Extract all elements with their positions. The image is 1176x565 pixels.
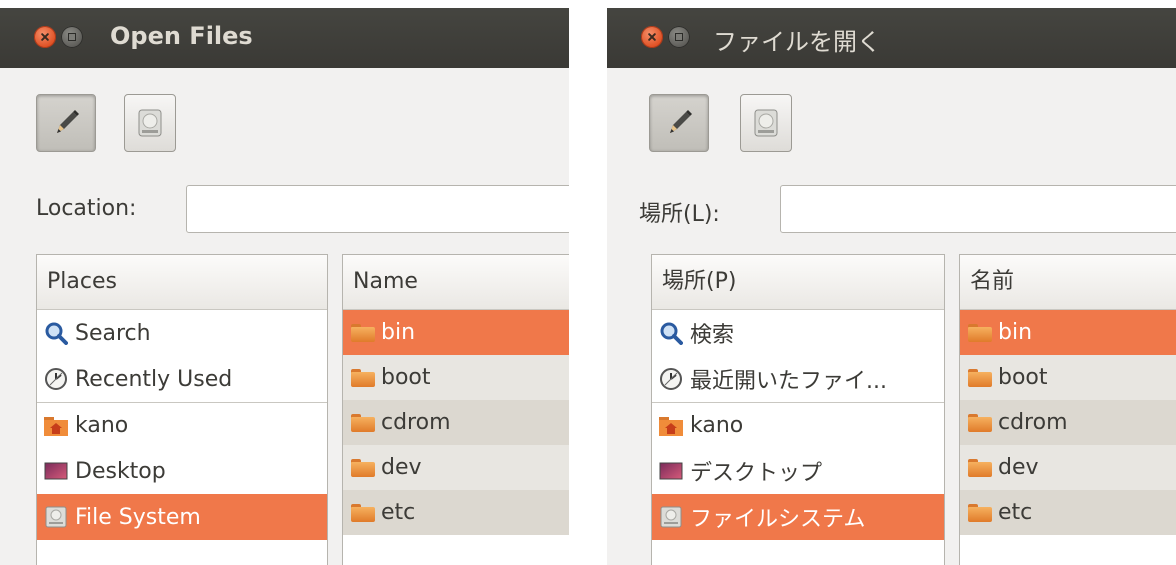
title-bar: ファイルを開く <box>607 8 1176 68</box>
places-item-kano[interactable]: kano <box>37 402 327 448</box>
places-column-header[interactable]: 場所(P) <box>652 255 944 310</box>
window-title: Open Files <box>110 22 253 50</box>
magnifier-icon <box>658 322 684 345</box>
folder-icon <box>968 323 992 342</box>
file-name: dev <box>998 455 1039 480</box>
folder-icon <box>968 503 992 522</box>
places-item-kano[interactable]: kano <box>652 402 944 448</box>
file-list: Name bin boot cdrom dev etc <box>342 254 569 565</box>
places-item-label: ファイルシステム <box>690 507 866 532</box>
file-list: 名前 bin boot cdrom dev etc <box>959 254 1176 565</box>
name-column-header[interactable]: Name <box>343 255 569 310</box>
places-item-label: File System <box>75 504 201 530</box>
location-label: Location: <box>36 196 137 221</box>
minimize-window-button[interactable] <box>668 26 690 48</box>
folder-icon <box>351 323 375 342</box>
places-item-desktop[interactable]: Desktop <box>37 448 327 494</box>
file-row-boot[interactable]: boot <box>960 355 1176 400</box>
places-item-label: kano <box>75 413 129 438</box>
places-item-label: Desktop <box>75 458 166 484</box>
file-name: boot <box>381 365 431 390</box>
places-item-label: Recently Used <box>75 366 233 392</box>
file-name: etc <box>998 500 1033 525</box>
folder-icon <box>968 458 992 477</box>
panel-gap <box>569 0 607 565</box>
file-name: boot <box>998 365 1048 390</box>
harddrive-icon <box>754 109 778 137</box>
places-item-search[interactable]: 検索 <box>652 310 944 356</box>
file-name: etc <box>381 500 416 525</box>
close-window-button[interactable] <box>641 26 663 48</box>
file-name: dev <box>381 455 422 480</box>
file-row-boot[interactable]: boot <box>343 355 569 400</box>
places-item-label: 最近開いたファイ... <box>690 369 887 394</box>
desktop-icon <box>658 460 684 482</box>
file-name: bin <box>998 320 1033 345</box>
places-item-recently-used[interactable]: Recently Used <box>37 356 327 402</box>
minimize-window-button[interactable] <box>61 26 83 48</box>
folder-icon <box>351 368 375 387</box>
places-item-desktop[interactable]: デスクトップ <box>652 448 944 494</box>
places-item-label: 検索 <box>690 323 735 348</box>
location-input[interactable] <box>186 185 569 233</box>
places-sidebar: Places Search Recently Used kano Desktop <box>36 254 328 565</box>
desktop-icon <box>43 460 69 482</box>
harddrive-icon <box>658 506 684 528</box>
file-name: bin <box>381 320 416 345</box>
folder-icon <box>351 413 375 432</box>
file-name: cdrom <box>381 410 451 435</box>
name-column-header[interactable]: 名前 <box>960 255 1176 310</box>
places-item-file-system[interactable]: File System <box>37 494 327 540</box>
window-title: ファイルを開く <box>713 28 881 56</box>
location-label: 場所(L): <box>639 202 720 227</box>
pencil-icon <box>57 110 79 133</box>
places-item-recently-used[interactable]: 最近開いたファイ... <box>652 356 944 402</box>
type-location-toggle-button[interactable] <box>649 94 709 152</box>
open-files-dialog-english: Open Files Location: Places Search Recen… <box>0 8 569 565</box>
open-files-dialog-japanese: ファイルを開く 場所(L): 場所(P) 検索 最近開いたファイ... kano… <box>607 8 1176 565</box>
places-item-file-system[interactable]: ファイルシステム <box>652 494 944 540</box>
places-item-label: Search <box>75 320 151 346</box>
magnifier-icon <box>43 322 69 345</box>
type-location-toggle-button[interactable] <box>36 94 96 152</box>
places-item-label: kano <box>690 413 744 438</box>
file-row-etc[interactable]: etc <box>960 490 1176 535</box>
filesystem-path-button[interactable] <box>124 94 176 152</box>
file-row-bin[interactable]: bin <box>960 310 1176 355</box>
home-folder-icon <box>658 415 684 437</box>
file-name: cdrom <box>998 410 1068 435</box>
file-row-dev[interactable]: dev <box>960 445 1176 490</box>
harddrive-icon <box>43 506 69 528</box>
close-window-button[interactable] <box>34 26 56 48</box>
folder-icon <box>968 413 992 432</box>
file-row-cdrom[interactable]: cdrom <box>960 400 1176 445</box>
places-column-header[interactable]: Places <box>37 255 327 310</box>
places-sidebar: 場所(P) 検索 最近開いたファイ... kano デスクトップ ファイルシステ… <box>651 254 945 565</box>
folder-icon <box>351 458 375 477</box>
pencil-icon <box>670 110 692 133</box>
file-row-etc[interactable]: etc <box>343 490 569 535</box>
places-item-search[interactable]: Search <box>37 310 327 356</box>
harddrive-icon <box>138 109 162 137</box>
location-input[interactable] <box>780 185 1176 233</box>
clock-icon <box>43 368 69 390</box>
places-item-label: デスクトップ <box>690 461 823 486</box>
folder-icon <box>968 368 992 387</box>
file-row-cdrom[interactable]: cdrom <box>343 400 569 445</box>
folder-icon <box>351 503 375 522</box>
filesystem-path-button[interactable] <box>740 94 792 152</box>
file-row-dev[interactable]: dev <box>343 445 569 490</box>
file-rows: bin boot cdrom dev etc <box>960 310 1176 535</box>
title-bar: Open Files <box>0 8 569 68</box>
file-rows: bin boot cdrom dev etc <box>343 310 569 535</box>
clock-icon <box>658 368 684 390</box>
file-row-bin[interactable]: bin <box>343 310 569 355</box>
home-folder-icon <box>43 415 69 437</box>
